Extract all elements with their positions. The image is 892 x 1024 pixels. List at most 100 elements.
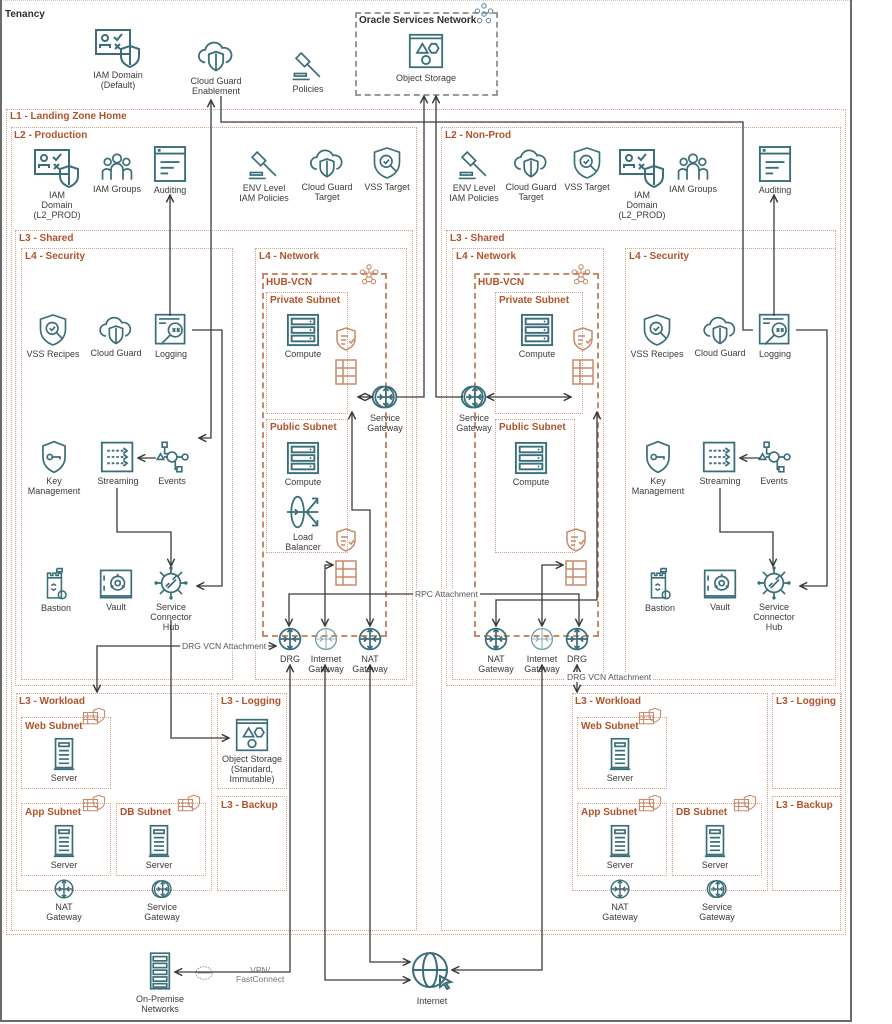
prod-db-server[interactable]: Server bbox=[137, 824, 181, 870]
prod-iam-groups[interactable]: IAM Groups bbox=[88, 152, 146, 194]
streaming-icon bbox=[100, 440, 136, 474]
service-connector-icon bbox=[154, 566, 188, 600]
subnet-security-icon bbox=[638, 706, 662, 726]
np-iam-domain[interactable]: IAM Domain (L2_PROD) bbox=[612, 148, 672, 220]
vpn-fastconnect-label: VPN/ FastConnect bbox=[236, 965, 285, 984]
internet-gateway-icon bbox=[313, 626, 339, 652]
np-logging[interactable]: Logging bbox=[752, 313, 798, 359]
prod-service-gateway[interactable]: Service Gateway bbox=[362, 383, 408, 433]
prod-key-management[interactable]: Key Management bbox=[24, 440, 84, 496]
vpn-icon bbox=[193, 964, 215, 982]
prod-vss-target[interactable]: VSS Target bbox=[360, 146, 414, 192]
np-internet-gateway[interactable]: Internet Gateway bbox=[519, 626, 565, 674]
osn-label: Oracle Services Network bbox=[359, 15, 477, 26]
np-iam-groups[interactable]: IAM Groups bbox=[664, 152, 722, 194]
subnet-security-icon bbox=[82, 706, 106, 726]
prod-streaming[interactable]: Streaming bbox=[92, 440, 144, 486]
bastion-icon bbox=[647, 567, 673, 601]
cloud-guard-enablement[interactable]: Cloud Guard Enablement bbox=[180, 40, 252, 96]
node-label: Auditing bbox=[758, 185, 792, 195]
prod-logging[interactable]: Logging bbox=[148, 313, 194, 359]
node-label: NAT Gateway bbox=[478, 654, 514, 674]
np-vault[interactable]: Vault bbox=[700, 568, 740, 612]
node-label: Server bbox=[606, 860, 634, 870]
key-shield-icon bbox=[644, 440, 672, 474]
np-vss-recipes[interactable]: VSS Recipes bbox=[626, 313, 688, 359]
node-label: NAT Gateway bbox=[46, 902, 82, 922]
service-gateway-icon bbox=[371, 383, 399, 411]
prod-load-balancer[interactable]: Load Balancer bbox=[276, 494, 330, 552]
nat-gateway-icon bbox=[609, 878, 631, 900]
node-label: Cloud Guard Target bbox=[505, 182, 557, 202]
np-compute-public[interactable]: Compute bbox=[504, 441, 558, 487]
security-list-route-table-icon bbox=[334, 326, 358, 386]
prod-internet-gateway[interactable]: Internet Gateway bbox=[303, 626, 349, 674]
prod-env-policies[interactable]: ENV Level IAM Policies bbox=[232, 147, 296, 203]
np-web-subnet-label: Web Subnet bbox=[581, 721, 639, 732]
groups-icon bbox=[676, 152, 710, 182]
np-key-management[interactable]: Key Management bbox=[628, 440, 688, 496]
prod-bastion[interactable]: Bastion bbox=[34, 567, 78, 613]
prod-auditing[interactable]: Auditing bbox=[145, 145, 195, 195]
prod-vss-recipes[interactable]: VSS Recipes bbox=[22, 313, 84, 359]
np-drg-vcn-attachment-label: DRG VCN Attachment bbox=[565, 672, 654, 682]
np-cloud-guard[interactable]: Cloud Guard bbox=[690, 316, 750, 358]
auditing-icon bbox=[153, 145, 187, 183]
node-label: Key Management bbox=[631, 476, 685, 496]
node-label: Compute bbox=[284, 477, 322, 487]
np-compute-private[interactable]: Compute bbox=[510, 313, 564, 359]
prod-web-server[interactable]: Server bbox=[42, 737, 86, 783]
node-label: VSS Target bbox=[364, 182, 410, 192]
tenancy-policies[interactable]: Policies bbox=[278, 48, 338, 94]
np-nat-gateway[interactable]: NAT Gateway bbox=[473, 626, 519, 674]
prod-app-server[interactable]: Server bbox=[42, 824, 86, 870]
prod-compute-public[interactable]: Compute bbox=[276, 441, 330, 487]
node-label: Server bbox=[606, 773, 634, 783]
prod-workload-service-gateway[interactable]: Service Gateway bbox=[135, 878, 189, 922]
events-icon bbox=[756, 440, 792, 474]
compute-icon bbox=[286, 313, 320, 347]
osn-object-storage[interactable]: Object Storage bbox=[386, 31, 466, 83]
np-vss-target[interactable]: VSS Target bbox=[561, 146, 613, 192]
np-service-gateway[interactable]: Service Gateway bbox=[451, 383, 497, 433]
prod-iam-domain[interactable]: IAM Domain (L2_PROD) bbox=[22, 148, 92, 220]
np-db-server[interactable]: Server bbox=[693, 824, 737, 870]
node-label: Events bbox=[158, 476, 186, 486]
np-workload-service-gateway[interactable]: Service Gateway bbox=[690, 878, 744, 922]
np-private-subnet-label: Private Subnet bbox=[499, 295, 570, 306]
np-workload-nat-gateway[interactable]: NAT Gateway bbox=[596, 878, 644, 922]
prod-logging-object-storage[interactable]: Object Storage (Standard, Immutable) bbox=[215, 718, 289, 784]
prod-cloud-guard-target[interactable]: Cloud Guard Target bbox=[296, 148, 358, 202]
node-label: Streaming bbox=[97, 476, 139, 486]
node-label: IAM Domain (L2_PROD) bbox=[618, 190, 666, 220]
object-storage-icon bbox=[408, 31, 444, 71]
prod-events[interactable]: Events bbox=[152, 440, 192, 486]
np-service-connector-hub[interactable]: Service Connector Hub bbox=[748, 566, 800, 632]
np-bastion[interactable]: Bastion bbox=[638, 567, 682, 613]
np-app-server[interactable]: Server bbox=[598, 824, 642, 870]
node-label: Service Gateway bbox=[456, 413, 492, 433]
prod-cloud-guard[interactable]: Cloud Guard bbox=[86, 316, 146, 358]
on-premise-networks[interactable]: On-Premise Networks bbox=[128, 950, 192, 1014]
security-list-route-table-icon bbox=[564, 527, 588, 587]
node-label: VSS Target bbox=[564, 182, 610, 192]
np-events[interactable]: Events bbox=[754, 440, 794, 486]
np-drg[interactable]: DRG bbox=[560, 626, 594, 664]
np-cloud-guard-target[interactable]: Cloud Guard Target bbox=[501, 148, 561, 202]
np-streaming[interactable]: Streaming bbox=[694, 440, 746, 486]
iam-domain-icon bbox=[94, 28, 142, 68]
drg-icon bbox=[277, 626, 303, 652]
internet[interactable]: Internet bbox=[404, 950, 460, 1006]
np-auditing[interactable]: Auditing bbox=[750, 145, 800, 195]
prod-workload-nat-gateway[interactable]: NAT Gateway bbox=[40, 878, 88, 922]
prod-compute-private[interactable]: Compute bbox=[276, 313, 330, 359]
prod-vault[interactable]: Vault bbox=[96, 568, 136, 612]
np-env-policies[interactable]: ENV Level IAM Policies bbox=[444, 147, 504, 203]
vault-icon bbox=[99, 568, 133, 600]
iam-domain-default[interactable]: IAM Domain (Default) bbox=[82, 28, 154, 90]
prod-service-connector-hub[interactable]: Service Connector Hub bbox=[145, 566, 197, 632]
compute-icon bbox=[514, 441, 548, 475]
np-web-server[interactable]: Server bbox=[598, 737, 642, 783]
np-l3-workload-label: L3 - Workload bbox=[575, 696, 641, 707]
prod-nat-gateway[interactable]: NAT Gateway bbox=[347, 626, 393, 674]
